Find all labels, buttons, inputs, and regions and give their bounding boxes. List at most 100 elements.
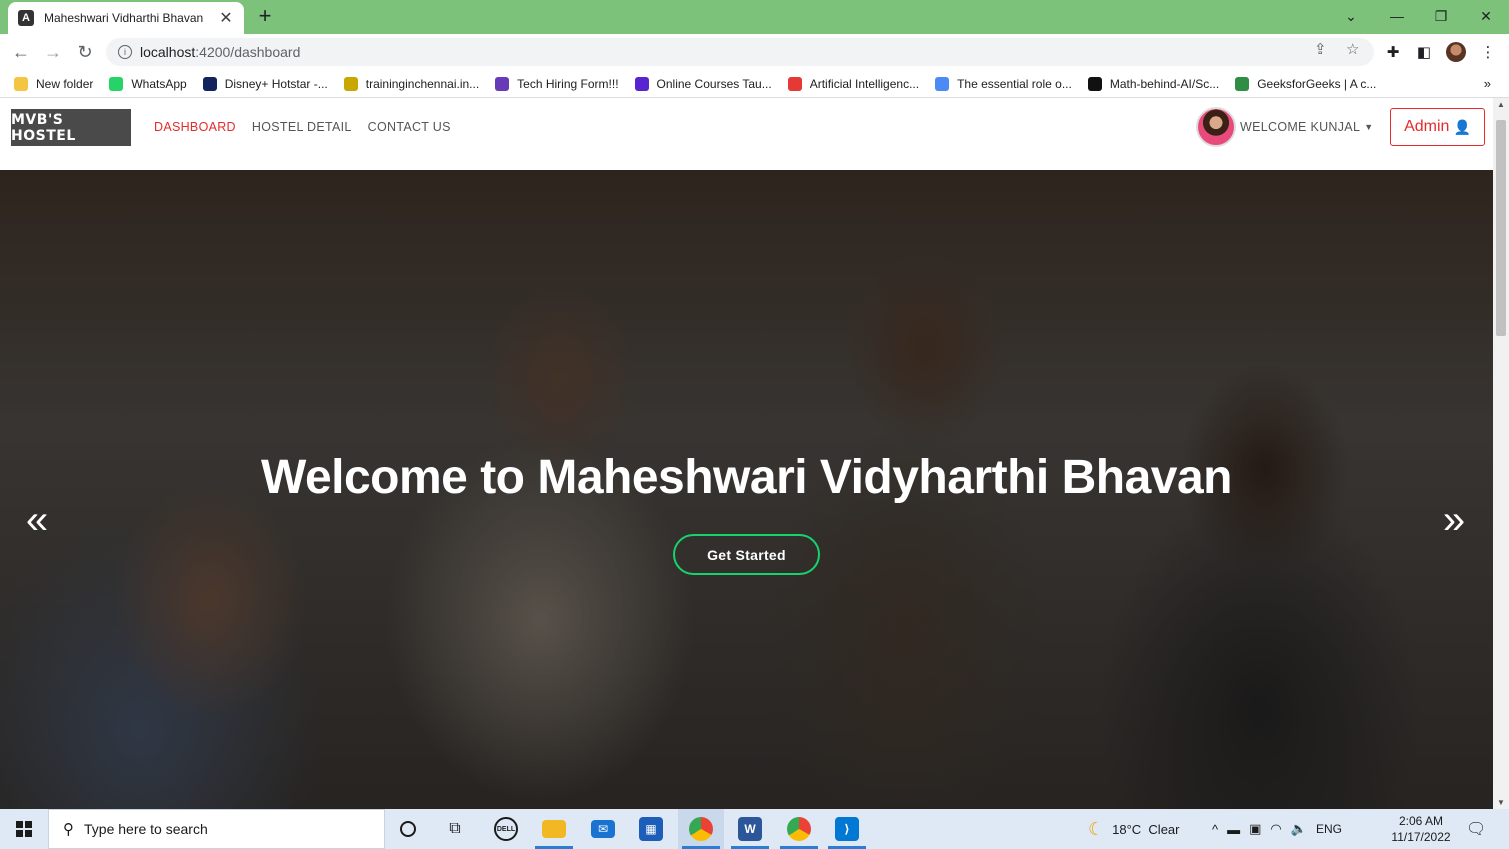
user-lock-icon: 👤 xyxy=(1453,118,1471,135)
scroll-down-arrow-icon[interactable]: ▼ xyxy=(1497,798,1505,807)
show-hidden-icons-chevron-icon[interactable]: ^ xyxy=(1212,822,1218,837)
bookmark-label: WhatsApp xyxy=(131,76,187,91)
bookmark-item[interactable]: GeeksforGeeks | A c... xyxy=(1235,76,1377,91)
meet-now-icon[interactable]: ▣ xyxy=(1249,821,1261,837)
store-icon[interactable]: ▦ xyxy=(628,809,674,849)
new-tab-button[interactable]: + xyxy=(252,4,278,30)
site-logo[interactable]: MVB'S HOSTEL xyxy=(11,109,131,146)
bookmarks-overflow-icon[interactable]: » xyxy=(1484,76,1491,91)
bookmark-item[interactable]: Disney+ Hotstar -... xyxy=(202,76,328,91)
hotstar-icon xyxy=(202,76,217,91)
bookmark-item[interactable]: Online Courses Tau... xyxy=(634,76,772,91)
clock-date: 11/17/2022 xyxy=(1391,830,1451,844)
bulb-icon xyxy=(343,76,358,91)
chevron-double-right-icon[interactable]: » xyxy=(1434,500,1474,544)
windows-logo-icon xyxy=(16,821,32,837)
scrollbar-thumb[interactable] xyxy=(1496,120,1506,336)
url-path: :4200/dashboard xyxy=(195,44,301,60)
bookmark-item[interactable]: Artificial Intelligenc... xyxy=(787,76,920,91)
nav-dashboard[interactable]: DASHBOARD xyxy=(154,120,236,134)
user-menu[interactable]: WELCOME KUNJAL ▼ xyxy=(1196,107,1373,147)
word-icon[interactable]: W xyxy=(727,809,773,849)
web-page: MVB'S HOSTEL DASHBOARD HOSTEL DETAIL CON… xyxy=(0,98,1493,809)
bookmark-item[interactable]: Tech Hiring Form!!! xyxy=(495,76,619,91)
bookmark-label: Disney+ Hotstar -... xyxy=(224,76,328,91)
page-scrollbar[interactable]: ▲ ▼ xyxy=(1493,98,1509,809)
clock-time: 2:06 AM xyxy=(1398,814,1444,828)
share-icon[interactable]: ⇪ xyxy=(1314,40,1327,58)
browser-tabstrip: A Maheshwari Vidharthi Bhavan ✕ + ⌄ — ❐ … xyxy=(0,0,1509,34)
windows-taskbar: ⚲ Type here to search ⧉ DELL ✉ ▦ W ⟩ ☾ 1… xyxy=(0,809,1509,849)
bookmark-label: GeeksforGeeks | A c... xyxy=(1257,76,1377,91)
tab-search-chevron-icon[interactable]: ⌄ xyxy=(1328,0,1374,32)
maximize-button[interactable]: ❐ xyxy=(1418,0,1464,32)
search-placeholder: Type here to search xyxy=(84,821,208,837)
udemy-icon xyxy=(634,76,649,91)
bookmark-label: The essential role o... xyxy=(957,76,1072,91)
hero-carousel: Welcome to Maheshwari Vidyharthi Bhavan … xyxy=(0,170,1493,809)
menu-kebab-icon[interactable]: ⋮ xyxy=(1476,40,1500,64)
bookmark-item[interactable]: New folder xyxy=(14,76,94,91)
profile-avatar[interactable] xyxy=(1444,40,1468,64)
weather-widget[interactable]: ☾ 18°C Clear xyxy=(1088,809,1179,849)
bookmark-item[interactable]: WhatsApp xyxy=(109,76,187,91)
site-info-icon[interactable]: i xyxy=(118,45,132,59)
whatsapp-icon xyxy=(109,76,124,91)
bookmark-label: Online Courses Tau... xyxy=(656,76,772,91)
chrome-icon[interactable] xyxy=(678,809,724,849)
vscode-icon[interactable]: ⟩ xyxy=(824,809,870,849)
close-window-button[interactable]: ✕ xyxy=(1463,0,1509,32)
main-nav: DASHBOARD HOSTEL DETAIL CONTACT US xyxy=(154,120,467,134)
tab-close-icon[interactable]: ✕ xyxy=(218,8,234,28)
gfg-icon xyxy=(1235,76,1250,91)
folder-icon xyxy=(14,76,28,91)
back-button[interactable]: ← xyxy=(8,39,34,65)
reload-button[interactable]: ↻ xyxy=(72,39,98,65)
taskbar-search-box[interactable]: ⚲ Type here to search xyxy=(48,809,385,849)
side-panel-icon[interactable]: ◧ xyxy=(1412,40,1436,64)
chevron-double-left-icon[interactable]: « xyxy=(17,500,57,544)
volume-icon[interactable]: 🔈 xyxy=(1291,821,1307,837)
mail-icon[interactable]: ✉ xyxy=(580,809,626,849)
admin-button[interactable]: Admin 👤 xyxy=(1390,108,1485,146)
get-started-button[interactable]: Get Started xyxy=(673,534,820,575)
file-explorer-icon[interactable] xyxy=(531,809,577,849)
nav-hostel-detail[interactable]: HOSTEL DETAIL xyxy=(252,120,352,134)
bookmark-star-icon[interactable]: ☆ xyxy=(1346,40,1359,58)
weather-text: 18°C Clear xyxy=(1112,821,1180,837)
hero-title: Welcome to Maheshwari Vidyharthi Bhavan xyxy=(261,451,1233,504)
search-icon: ⚲ xyxy=(63,821,74,838)
task-view-icon[interactable]: ⧉ xyxy=(432,809,478,849)
browser-tab-active[interactable]: A Maheshwari Vidharthi Bhavan ✕ xyxy=(8,2,244,34)
system-tray: ^ ▬ ▣ ◠ 🔈 ENG xyxy=(1212,809,1342,849)
cortana-icon[interactable] xyxy=(385,809,431,849)
start-button[interactable] xyxy=(0,809,48,849)
address-bar[interactable]: i localhost:4200/dashboard xyxy=(106,38,1374,66)
network-icon[interactable]: ◠ xyxy=(1270,821,1281,837)
clock[interactable]: 2:06 AM 11/17/2022 xyxy=(1386,813,1456,845)
url-host: localhost xyxy=(140,44,196,60)
bookmarks-bar: New folder WhatsApp Disney+ Hotstar -... tr… xyxy=(0,70,1509,98)
scroll-up-arrow-icon[interactable]: ▲ xyxy=(1497,100,1505,109)
bookmark-item[interactable]: traininginchennai.in... xyxy=(343,76,480,91)
bookmark-label: traininginchennai.in... xyxy=(365,76,480,91)
moon-icon: ☾ xyxy=(1088,818,1105,839)
flag-icon xyxy=(787,76,802,91)
forward-button[interactable]: → xyxy=(40,39,66,65)
nav-contact-us[interactable]: CONTACT US xyxy=(368,120,451,134)
bookmark-item[interactable]: The essential role o... xyxy=(935,76,1072,91)
brain-icon xyxy=(935,76,950,91)
extensions-puzzle-icon[interactable]: ✚ xyxy=(1381,40,1405,64)
angular-favicon-icon: A xyxy=(18,10,34,26)
bookmark-label: Artificial Intelligenc... xyxy=(809,76,920,91)
chrome-profile-icon[interactable] xyxy=(776,809,822,849)
bookmark-item[interactable]: Math-behind-AI/Sc... xyxy=(1087,76,1219,91)
notifications-icon[interactable]: 🗨 xyxy=(1466,809,1486,849)
site-header: MVB'S HOSTEL DASHBOARD HOSTEL DETAIL CON… xyxy=(0,98,1493,170)
battery-icon[interactable]: ▬ xyxy=(1227,822,1240,837)
minimize-button[interactable]: — xyxy=(1374,0,1420,32)
bookmark-label: New folder xyxy=(36,76,94,91)
dell-icon[interactable]: DELL xyxy=(483,809,529,849)
language-indicator[interactable]: ENG xyxy=(1316,822,1342,836)
caret-down-icon: ▼ xyxy=(1364,122,1374,132)
